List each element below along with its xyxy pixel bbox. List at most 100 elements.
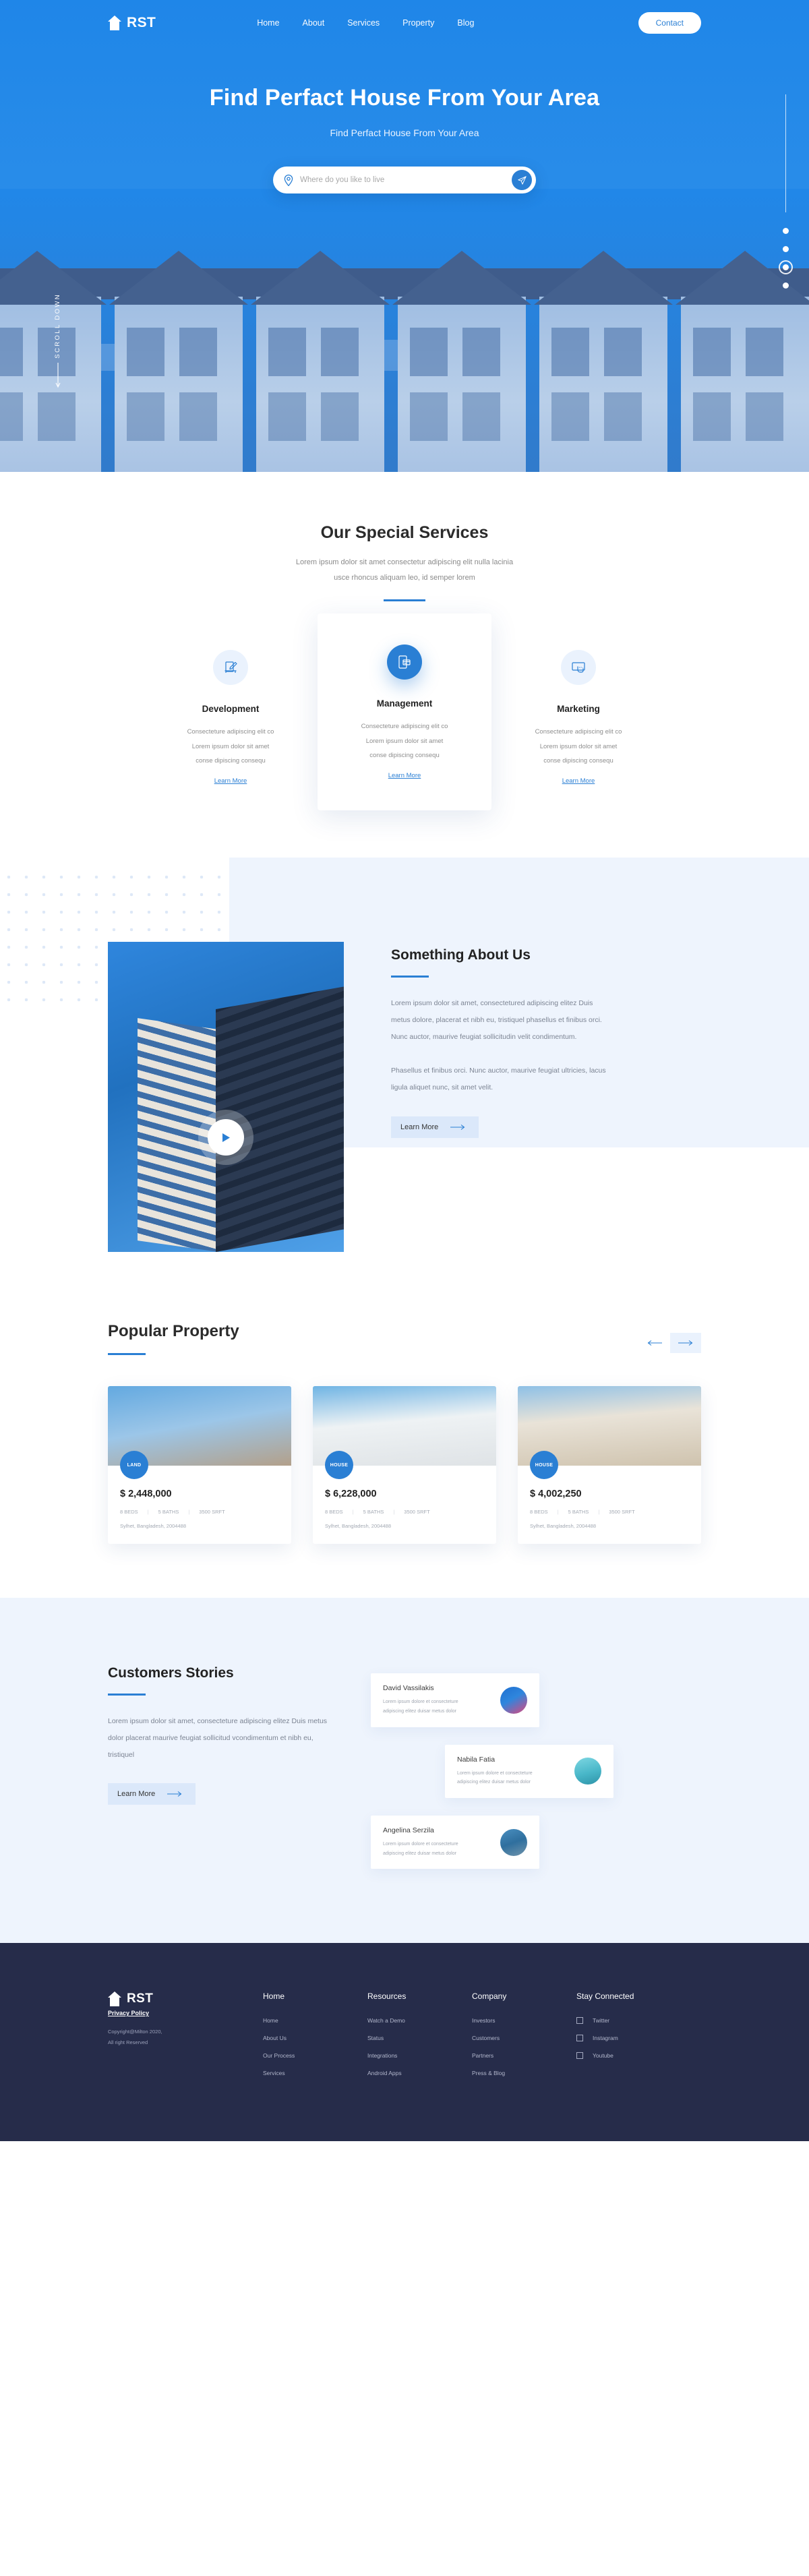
nav-link-home[interactable]: Home xyxy=(257,18,279,28)
footer-column-resources: Resources Watch a Demo Status Integratio… xyxy=(367,1991,472,2087)
about-paragraph-1: Lorem ipsum dolor sit amet, consecteture… xyxy=(391,999,602,1041)
footer-link[interactable]: Watch a Demo xyxy=(367,2017,472,2024)
hero-title: Find Perfact House From Your Area xyxy=(209,85,600,111)
property-address: Sylhet, Bangladesh, 2004488 xyxy=(120,1523,186,1530)
testimonial-name: Nabila Fatia xyxy=(457,1755,496,1764)
service-card-marketing[interactable]: Marketing Consecteture adipiscing elit c… xyxy=(491,623,665,809)
search-submit-button[interactable] xyxy=(512,170,532,190)
service-learn-more-link[interactable]: Learn More xyxy=(388,772,421,779)
footer-link[interactable]: Status xyxy=(367,2035,472,2041)
property-prev-button[interactable] xyxy=(639,1333,670,1353)
property-address: Sylhet, Bangladesh, 2004488 xyxy=(530,1523,596,1530)
property-area: 3500 SRFT xyxy=(609,1509,635,1516)
slider-dot-1[interactable] xyxy=(783,228,789,234)
stories-learn-more-button[interactable]: Learn More xyxy=(108,1783,196,1805)
quote-line2: adipiscing elitez duisar metus dolor xyxy=(383,1708,456,1714)
service-card-development[interactable]: Development Consecteture adipiscing elit… xyxy=(144,623,318,809)
property-card[interactable]: LAND $ 2,448,000 8 BEDS | 5 BATHS | 3500… xyxy=(108,1386,291,1545)
service-learn-more-link[interactable]: Learn More xyxy=(562,777,595,785)
footer-link[interactable]: Partners xyxy=(472,2052,576,2059)
spec-separator: | xyxy=(393,1509,395,1516)
property-image: HOUSE xyxy=(518,1386,701,1480)
touch-screen-icon xyxy=(572,662,585,673)
service-name: Marketing xyxy=(557,704,600,715)
service-desc-line3: conse dipiscing consequ xyxy=(369,751,440,759)
service-card-management[interactable]: Management Consecteture adipiscing elit … xyxy=(318,613,491,811)
popular-property-section: Popular Property LAND $ 2,448,000 8 BEDS… xyxy=(0,1299,809,1598)
footer-link[interactable]: About Us xyxy=(263,2035,367,2041)
nav-link-about[interactable]: About xyxy=(303,18,325,28)
service-desc-line2: Lorem ipsum dolor sit amet xyxy=(539,742,618,750)
social-label: Instagram xyxy=(593,2035,618,2042)
house-icon xyxy=(108,16,121,30)
stories-learn-more-label: Learn More xyxy=(117,1790,156,1799)
nav-link-property[interactable]: Property xyxy=(402,18,434,28)
social-link-twitter[interactable]: Twitter xyxy=(576,2017,681,2024)
service-learn-more-link[interactable]: Learn More xyxy=(214,777,247,785)
youtube-icon xyxy=(576,2052,583,2060)
service-name: Development xyxy=(202,704,260,715)
service-desc-line1: Consecteture adipiscing elit co xyxy=(535,728,622,736)
privacy-policy-link[interactable]: Privacy Policy xyxy=(108,2010,149,2016)
building-dark-facade xyxy=(216,984,344,1253)
contact-button[interactable]: Contact xyxy=(638,12,701,34)
property-type-badge: HOUSE xyxy=(530,1451,558,1480)
property-type-badge: LAND xyxy=(120,1451,148,1480)
arrow-down-icon xyxy=(55,362,60,388)
footer-link[interactable]: Press & Blog xyxy=(472,2070,576,2076)
slider-dot-3-active[interactable] xyxy=(779,260,793,274)
brand-logo[interactable]: RST xyxy=(108,15,156,31)
services-subtitle-line2: usce rhoncus aliquam leo, id semper lore… xyxy=(334,574,475,582)
testimonial-name: David Vassilakis xyxy=(383,1684,434,1693)
footer-link[interactable]: Services xyxy=(263,2070,367,2076)
site-footer: RST Privacy Policy Copyright@Milton 2020… xyxy=(0,1943,809,2142)
footer-link[interactable]: Investors xyxy=(472,2017,576,2024)
slider-dot-4[interactable] xyxy=(783,282,789,289)
footer-logo[interactable]: RST xyxy=(108,1991,263,2007)
service-icon-wrap xyxy=(561,650,596,686)
services-title: Our Special Services xyxy=(320,523,489,542)
service-desc-line1: Consecteture adipiscing elit co xyxy=(187,728,274,736)
copyright-line2: All right Reserved xyxy=(108,2039,148,2045)
testimonial-card[interactable]: Angelina Serzila Lorem ipsum dolore et c… xyxy=(371,1815,539,1869)
stories-text-block: Customers Stories Lorem ipsum dolor sit … xyxy=(108,1665,330,1869)
about-learn-more-button[interactable]: Learn More xyxy=(391,1116,479,1138)
footer-column-company: Company Investors Customers Partners Pre… xyxy=(472,1991,576,2087)
nav-link-blog[interactable]: Blog xyxy=(457,18,474,28)
services-divider xyxy=(384,599,425,602)
slider-dot-2[interactable] xyxy=(783,246,789,252)
arrow-right-icon xyxy=(450,1124,465,1130)
property-title: Popular Property xyxy=(108,1322,239,1341)
testimonial-card[interactable]: David Vassilakis Lorem ipsum dolore et c… xyxy=(371,1673,539,1727)
footer-link[interactable]: Home xyxy=(263,2017,367,2024)
footer-column-social: Stay Connected Twitter Instagram Youtube xyxy=(576,1991,681,2087)
footer-brand-block: RST Privacy Policy Copyright@Milton 2020… xyxy=(108,1991,263,2087)
footer-link[interactable]: Android Apps xyxy=(367,2070,472,2076)
spec-separator: | xyxy=(598,1509,600,1516)
video-play-button[interactable] xyxy=(208,1119,244,1156)
social-link-youtube[interactable]: Youtube xyxy=(576,2052,681,2059)
nav-link-services[interactable]: Services xyxy=(347,18,380,28)
about-inner: Something About Us Lorem ipsum dolor sit… xyxy=(0,858,809,1253)
service-desc-line2: Lorem ipsum dolor sit amet xyxy=(191,742,270,750)
scroll-down-indicator[interactable]: SCROLL DOWN xyxy=(54,293,61,390)
social-link-instagram[interactable]: Instagram xyxy=(576,2035,681,2041)
slider-line xyxy=(785,94,786,212)
stories-title: Customers Stories xyxy=(108,1665,234,1681)
services-section: Our Special Services Lorem ipsum dolor s… xyxy=(0,472,809,858)
footer-link[interactable]: Integrations xyxy=(367,2052,472,2059)
hero-background-photo xyxy=(0,189,809,472)
footer-brand-name: RST xyxy=(127,1991,154,2006)
property-next-button[interactable] xyxy=(670,1333,701,1354)
property-cards-row: LAND $ 2,448,000 8 BEDS | 5 BATHS | 3500… xyxy=(108,1386,701,1545)
property-specs: 8 BEDS | 5 BATHS | 3500 SRFT xyxy=(120,1509,279,1515)
service-desc-line3: conse dipiscing consequ xyxy=(543,756,613,765)
footer-link[interactable]: Our Process xyxy=(263,2052,367,2059)
quote-line1: Lorem ipsum dolore et consecteture xyxy=(383,1841,458,1847)
stories-divider xyxy=(108,1694,146,1696)
footer-link[interactable]: Customers xyxy=(472,2035,576,2041)
property-card[interactable]: HOUSE $ 4,002,250 8 BEDS | 5 BATHS | 350… xyxy=(518,1386,701,1545)
testimonial-card[interactable]: Nabila Fatia Lorem ipsum dolore et conse… xyxy=(445,1744,613,1798)
search-input[interactable] xyxy=(300,176,512,184)
property-card[interactable]: HOUSE $ 6,228,000 8 BEDS | 5 BATHS | 350… xyxy=(313,1386,496,1545)
